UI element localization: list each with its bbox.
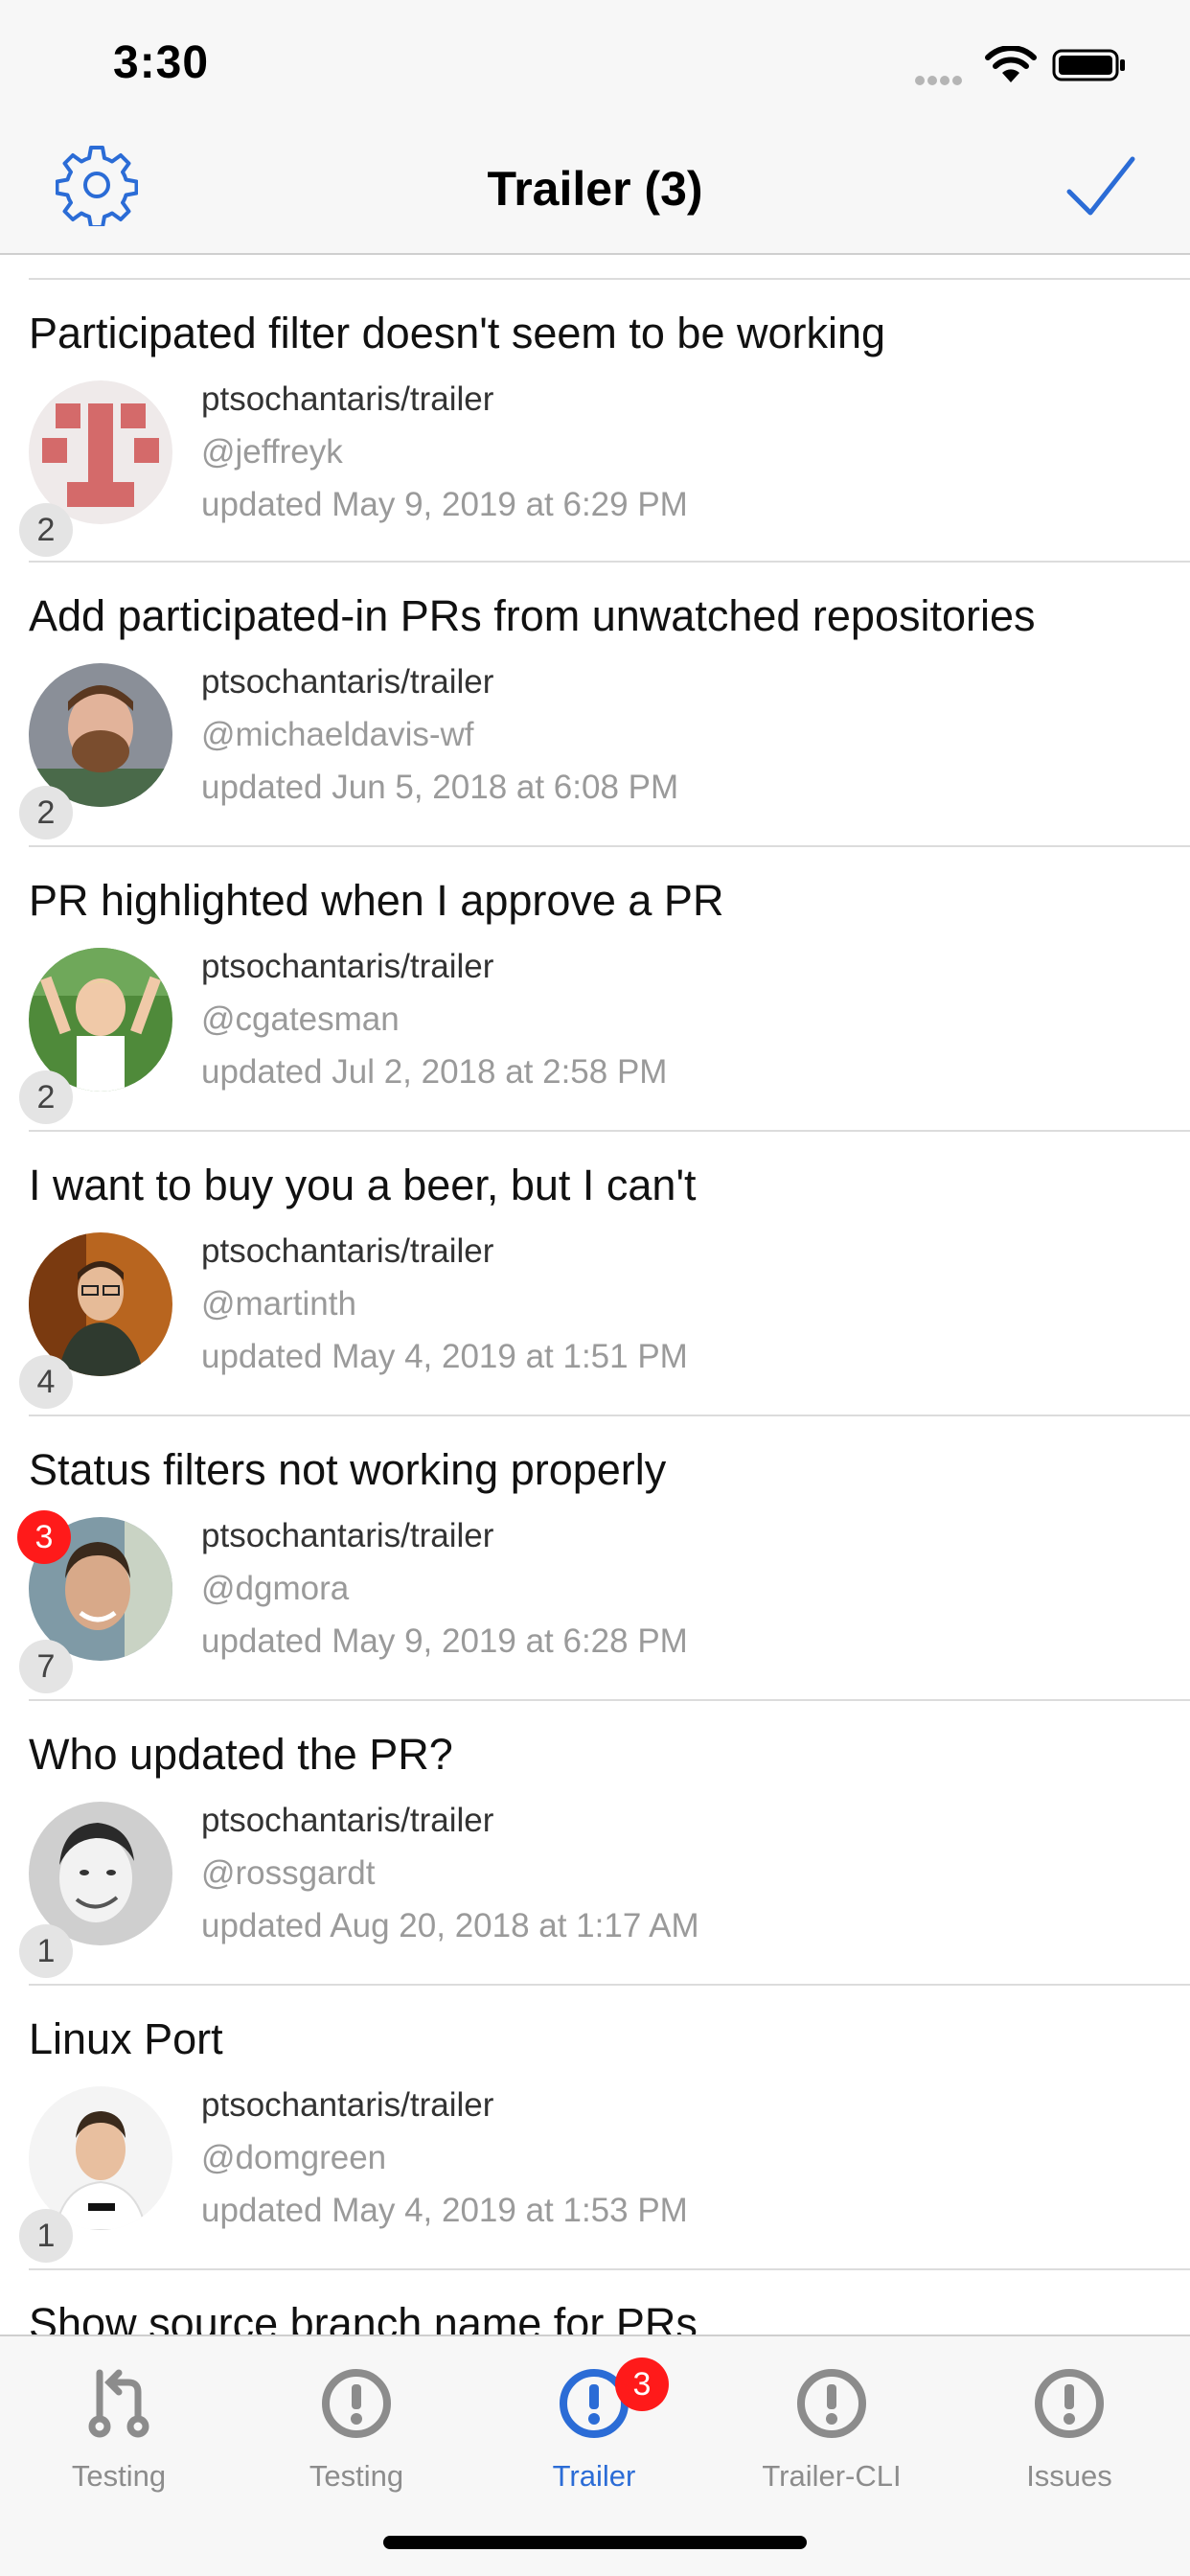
status-time: 3:30: [113, 37, 210, 88]
tab-trailer-cli[interactable]: Trailer-CLI: [713, 2358, 950, 2501]
list-item[interactable]: PR highlighted when I approve a PR 2 pts…: [19, 847, 1190, 1132]
issue-icon: [1035, 2369, 1104, 2438]
repository-name: ptsochantaris/trailer: [201, 1802, 494, 1839]
tab-label: Testing: [309, 2459, 404, 2493]
comment-count-badge: 4: [19, 1355, 73, 1409]
checkmark-icon[interactable]: [1065, 155, 1136, 218]
author-name: @martinth: [201, 1285, 356, 1322]
tab-label: Testing: [71, 2459, 167, 2493]
item-title: PR highlighted when I approve a PR: [29, 876, 724, 925]
unread-badge: 3: [17, 1510, 71, 1564]
item-title: Linux Port: [29, 2014, 223, 2063]
issue-icon: [322, 2369, 391, 2438]
comment-count-badge: 2: [19, 1070, 73, 1124]
list-item[interactable]: Show source branch name for PRs: [29, 2270, 1190, 2336]
updated-timestamp: updated Aug 20, 2018 at 1:17 AM: [201, 1907, 699, 1944]
issue-icon: [797, 2369, 866, 2438]
tab-testing-prs[interactable]: Testing: [0, 2358, 238, 2501]
tab-label: Issues: [1026, 2459, 1112, 2493]
list-item[interactable]: Participated filter doesn't seem to be w…: [19, 278, 1190, 563]
item-title: Status filters not working properly: [29, 1445, 667, 1494]
tab-issues[interactable]: Issues: [950, 2358, 1188, 2501]
item-title: Participated filter doesn't seem to be w…: [29, 309, 886, 357]
pull-request-icon: [88, 2369, 149, 2438]
navigation-bar: 3:30 Trailer (3): [0, 0, 1190, 255]
author-name: @jeffreyk: [201, 433, 343, 471]
repository-name: ptsochantaris/trailer: [201, 2086, 494, 2124]
page-title: Trailer (3): [487, 162, 703, 216]
pull-request-list[interactable]: Participated filter doesn't seem to be w…: [0, 257, 1190, 2336]
wifi-icon: [985, 46, 1037, 82]
tab-badge: 3: [615, 2358, 669, 2411]
tab-label: Trailer-CLI: [762, 2459, 902, 2493]
comment-count-badge: 2: [19, 503, 73, 557]
battery-icon: [1052, 49, 1125, 81]
author-name: @rossgardt: [201, 1854, 376, 1892]
author-name: @cgatesman: [201, 1000, 400, 1038]
tab-testing-issues[interactable]: Testing: [238, 2358, 475, 2501]
tab-trailer[interactable]: 3 Trailer: [475, 2358, 713, 2501]
author-name: @michaeldavis-wf: [201, 716, 474, 753]
list-item[interactable]: Add participated-in PRs from unwatched r…: [19, 563, 1190, 847]
updated-timestamp: updated Jul 2, 2018 at 2:58 PM: [201, 1053, 668, 1091]
item-title: Who updated the PR?: [29, 1730, 453, 1779]
repository-name: ptsochantaris/trailer: [201, 948, 494, 985]
cellular-signal-icon: [915, 73, 969, 85]
author-name: @dgmora: [201, 1570, 350, 1607]
tab-label: Trailer: [552, 2459, 636, 2493]
comment-count-badge: 7: [19, 1640, 73, 1693]
author-name: @domgreen: [201, 2139, 387, 2176]
list-item[interactable]: Who updated the PR? 1 ptsochantaris/trai…: [19, 1701, 1190, 1986]
item-title: I want to buy you a beer, but I can't: [29, 1161, 697, 1209]
home-indicator[interactable]: [383, 2536, 807, 2549]
comment-count-badge: 2: [19, 786, 73, 840]
list-item[interactable]: Linux Port 1 ptsochantaris/trailer @domg…: [19, 1986, 1190, 2270]
repository-name: ptsochantaris/trailer: [201, 663, 494, 701]
item-title: Add participated-in PRs from unwatched r…: [29, 591, 1036, 640]
comment-count-badge: 1: [19, 2209, 73, 2263]
item-title: Show source branch name for PRs: [29, 2299, 698, 2336]
comment-count-badge: 1: [19, 1924, 73, 1978]
repository-name: ptsochantaris/trailer: [201, 1232, 494, 1270]
updated-timestamp: updated May 4, 2019 at 1:51 PM: [201, 1338, 688, 1375]
updated-timestamp: updated May 9, 2019 at 6:28 PM: [201, 1622, 688, 1660]
updated-timestamp: updated May 9, 2019 at 6:29 PM: [201, 486, 688, 523]
updated-timestamp: updated May 4, 2019 at 1:53 PM: [201, 2192, 688, 2229]
list-item[interactable]: Status filters not working properly 3 7 …: [17, 1416, 1190, 1701]
list-item[interactable]: I want to buy you a beer, but I can't 4 …: [19, 1132, 1190, 1416]
repository-name: ptsochantaris/trailer: [201, 1517, 494, 1554]
updated-timestamp: updated Jun 5, 2018 at 6:08 PM: [201, 769, 679, 806]
repository-name: ptsochantaris/trailer: [201, 380, 494, 418]
